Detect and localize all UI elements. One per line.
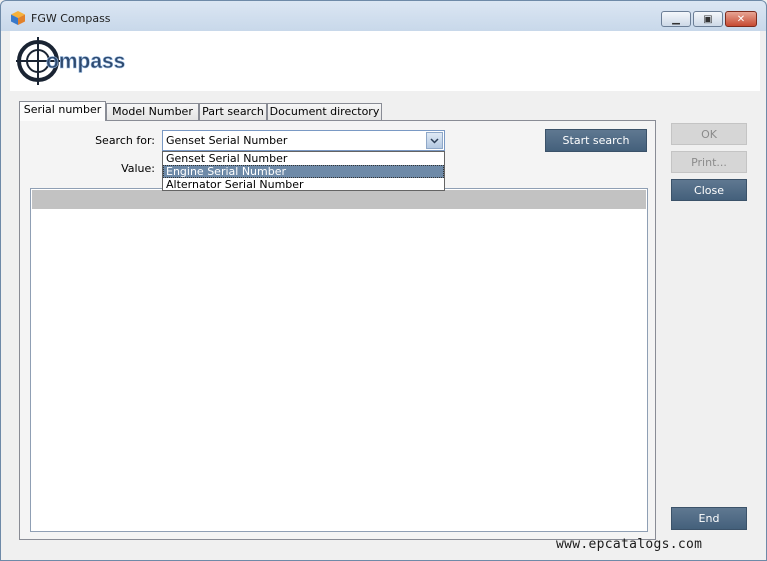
tab-serial-number[interactable]: Serial number xyxy=(19,101,106,121)
client-area: ompass Serial number Model Number Part s… xyxy=(9,31,760,554)
window-title: FGW Compass xyxy=(31,12,111,25)
tab-model-number[interactable]: Model Number xyxy=(106,103,199,120)
tab-part-search[interactable]: Part search xyxy=(199,103,267,120)
option-genset-serial-number[interactable]: Genset Serial Number xyxy=(163,152,444,165)
end-button[interactable]: End xyxy=(671,507,747,530)
results-table[interactable] xyxy=(30,188,648,532)
minimize-button[interactable]: ▁ xyxy=(661,11,691,27)
logo-wordmark: ompass xyxy=(46,50,125,73)
value-label: Value: xyxy=(121,162,155,175)
option-engine-serial-number[interactable]: Engine Serial Number xyxy=(163,165,444,178)
logo-banner: ompass xyxy=(10,31,760,91)
watermark-text: www.epcatalogs.com xyxy=(556,537,703,552)
option-alternator-serial-number[interactable]: Alternator Serial Number xyxy=(163,178,444,191)
close-button[interactable]: Close xyxy=(671,179,747,201)
app-window: FGW Compass ▁ ▣ ✕ ompass Serial number M… xyxy=(0,0,767,561)
title-bar[interactable]: FGW Compass ▁ ▣ ✕ xyxy=(1,1,766,31)
tab-document-directory[interactable]: Document directory xyxy=(267,103,382,120)
ok-button[interactable]: OK xyxy=(671,123,747,145)
start-search-button[interactable]: Start search xyxy=(545,129,647,152)
serial-number-panel: Search for: Genset Serial Number Genset … xyxy=(19,120,656,540)
search-for-select[interactable]: Genset Serial Number xyxy=(162,130,445,151)
close-window-button[interactable]: ✕ xyxy=(725,11,757,27)
search-for-dropdown-list: Genset Serial Number Engine Serial Numbe… xyxy=(162,151,445,191)
compass-logo: ompass xyxy=(16,37,126,85)
results-table-header xyxy=(32,190,646,209)
print-button[interactable]: Print... xyxy=(671,151,747,173)
search-for-selected-value: Genset Serial Number xyxy=(166,134,288,147)
search-for-label: Search for: xyxy=(95,134,155,147)
maximize-button[interactable]: ▣ xyxy=(693,11,723,27)
chevron-down-icon[interactable] xyxy=(426,132,443,149)
app-cube-icon xyxy=(11,11,25,25)
